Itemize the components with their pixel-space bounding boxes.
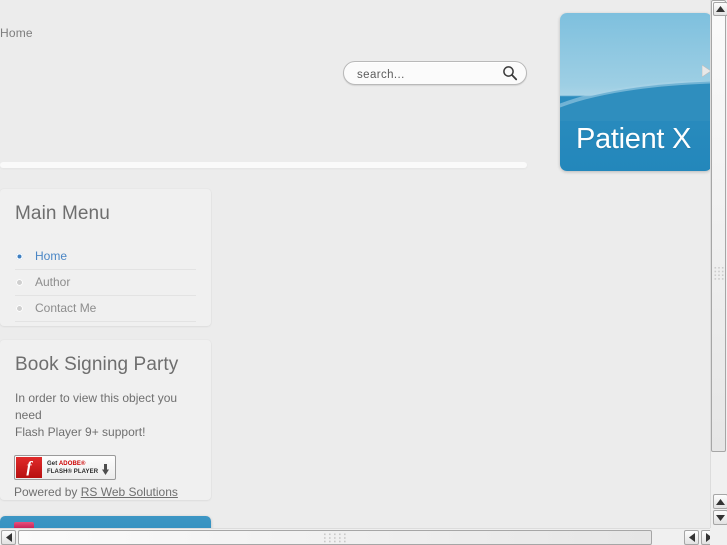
sidebar-item-label: Home [35, 249, 68, 263]
book-signing-title: Book Signing Party [15, 354, 179, 375]
search-icon[interactable] [502, 65, 518, 81]
vertical-scrollbar[interactable] [710, 0, 727, 528]
search-box[interactable] [343, 61, 527, 85]
header-divider [0, 162, 527, 168]
scrollbar-corner [710, 528, 727, 545]
sidebar-item-label: Contact Me [35, 301, 97, 315]
grip-dots-icon [324, 533, 346, 542]
horizontal-scrollbar-thumb[interactable] [18, 530, 652, 545]
scroll-up-button[interactable] [713, 2, 727, 16]
flash-message-line1: In order to view this object you need [15, 391, 178, 422]
flash-badge-adobe: ADOBE® [58, 461, 86, 467]
book-signing-panel: Book Signing Party In order to view this… [0, 340, 211, 500]
bullet-icon [16, 253, 23, 260]
flash-badge-line2: FLASH® PLAYER [47, 469, 99, 475]
vertical-scrollbar-thumb[interactable] [711, 0, 726, 452]
flash-message-line2: Flash Player 9+ support! [15, 425, 146, 439]
bottom-blue-panel[interactable] [0, 516, 211, 528]
download-arrow-icon [102, 462, 109, 475]
flash-required-message: In order to view this object you need Fl… [15, 390, 196, 441]
patient-x-banner[interactable]: Patient X [560, 13, 710, 171]
triangle-left-icon [5, 533, 12, 542]
triangle-down-icon [716, 514, 725, 521]
triangle-left-icon [688, 533, 695, 542]
triangle-up-icon [716, 498, 725, 505]
horizontal-scrollbar[interactable] [0, 528, 727, 545]
get-adobe-flash-player-button[interactable]: f Get ADOBE® FLASH® PLAYER [14, 455, 116, 480]
powered-by-prefix: Powered by [14, 485, 81, 499]
flash-badge-get: Get [47, 461, 59, 467]
page-viewport: Home Patient X Main Menu Home [0, 0, 710, 528]
banner-title: Patient X [576, 123, 691, 155]
sidebar-item-contact-me[interactable]: Contact Me [15, 296, 196, 322]
main-menu-panel: Main Menu Home Author Contact Me [0, 189, 211, 326]
grip-dots-icon [714, 266, 724, 280]
bullet-icon [16, 279, 23, 286]
main-menu-list: Home Author Contact Me [0, 244, 211, 322]
bullet-icon [16, 305, 23, 312]
main-menu-title: Main Menu [15, 203, 110, 224]
scroll-left-button[interactable] [1, 530, 16, 545]
scroll-left-button-secondary[interactable] [684, 530, 699, 545]
triangle-up-icon [716, 6, 725, 12]
scroll-up-button-secondary[interactable] [713, 494, 727, 509]
search-input[interactable] [355, 65, 504, 84]
sidebar-item-home[interactable]: Home [15, 244, 196, 270]
sidebar-item-author[interactable]: Author [15, 270, 196, 296]
sidebar-item-label: Author [35, 275, 71, 289]
chevron-right-icon[interactable] [701, 64, 710, 78]
flash-logo-icon: f [16, 457, 42, 478]
flash-badge-line1: Get ADOBE® [47, 461, 86, 467]
scroll-down-button[interactable] [713, 510, 727, 525]
rs-web-solutions-link[interactable]: RS Web Solutions [81, 485, 178, 499]
breadcrumb[interactable]: Home [0, 26, 33, 40]
powered-by-text: Powered by RS Web Solutions [14, 485, 211, 499]
banner-wave-decoration [560, 81, 710, 121]
